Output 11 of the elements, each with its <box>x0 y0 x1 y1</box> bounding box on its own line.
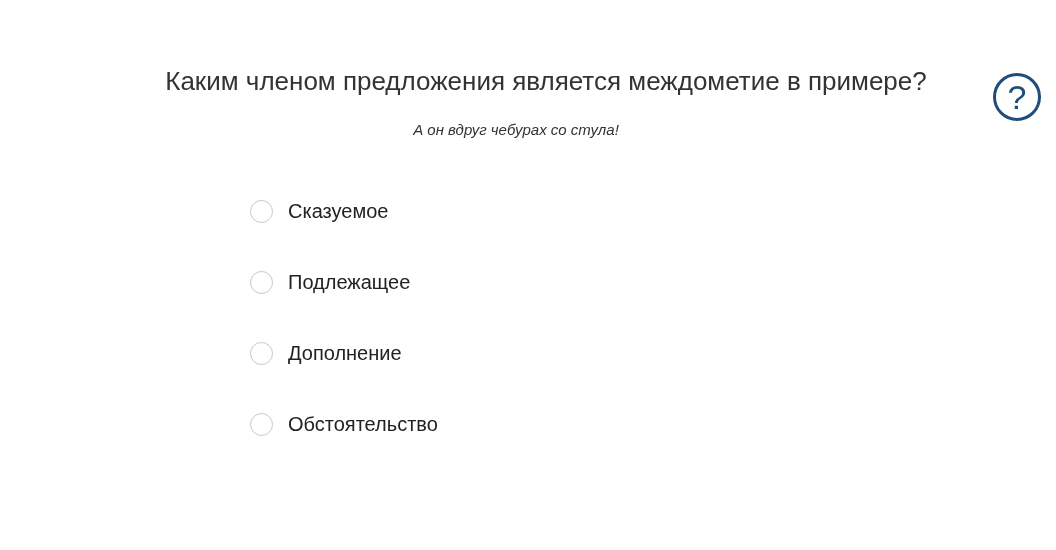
option-label: Подлежащее <box>288 270 411 295</box>
option-label: Обстоятельство <box>288 412 438 437</box>
radio-button[interactable] <box>250 412 273 436</box>
help-button[interactable]: ? <box>993 73 1041 121</box>
radio-button[interactable] <box>250 199 273 223</box>
option-label: Сказуемое <box>288 199 389 224</box>
example-sentence: А он вдруг чебурах со стула! <box>413 120 619 140</box>
radio-button[interactable] <box>250 341 273 365</box>
option-label: Дополнение <box>288 341 402 366</box>
question-title: Каким членом предложения является междометие в примере? <box>164 65 927 98</box>
radio-button[interactable] <box>250 270 273 294</box>
